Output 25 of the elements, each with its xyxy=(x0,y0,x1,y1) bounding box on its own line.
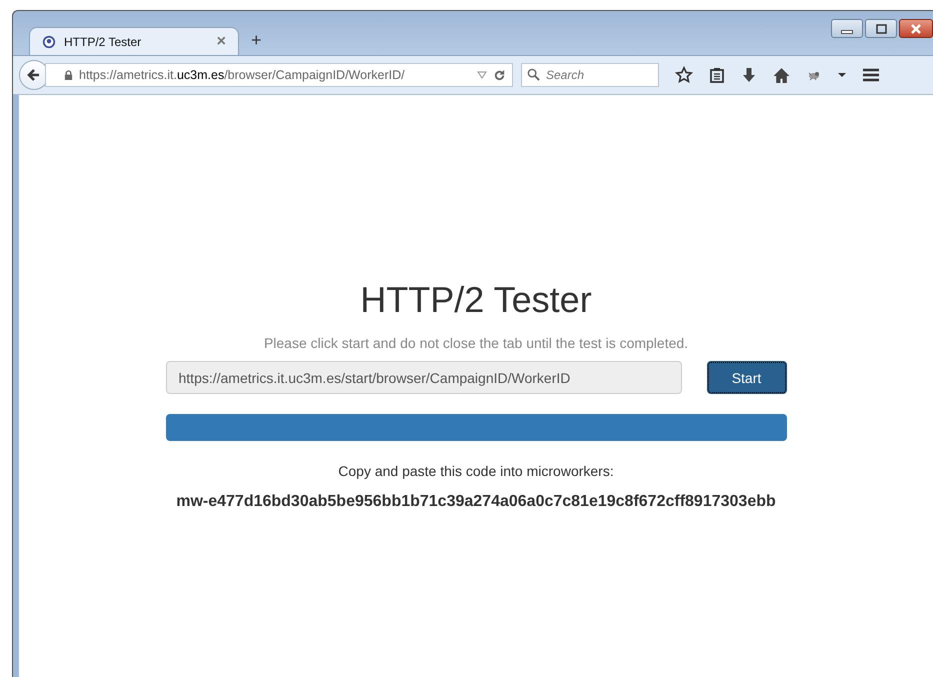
star-icon[interactable] xyxy=(675,66,693,84)
caret-icon[interactable] xyxy=(838,72,846,78)
new-tab-button[interactable]: + xyxy=(239,30,274,55)
menu-icon[interactable] xyxy=(862,67,880,83)
close-window-button[interactable] xyxy=(899,19,933,38)
code-label: Copy and paste this code into microworkers: xyxy=(338,463,614,479)
address-bar[interactable]: https://ametrics.it.uc3m.es/browser/CampaignID/WorkerID/ xyxy=(45,63,513,87)
browser-tab[interactable]: HTTP/2 Tester × xyxy=(29,27,239,55)
url-input-field[interactable]: https://ametrics.it.uc3m.es/start/browser/CampaignID/WorkerID xyxy=(166,361,682,394)
close-tab-button[interactable]: × xyxy=(216,32,226,50)
page-title: HTTP/2 Tester xyxy=(360,279,592,321)
worker-code: mw-e477d16bd30ab5be956bb1b71c39a274a06a0c7c81e19c8f672cff8917303ebb xyxy=(176,493,776,511)
search-field[interactable]: Search xyxy=(521,63,659,87)
clipboard-icon[interactable] xyxy=(709,67,725,83)
download-icon[interactable] xyxy=(741,67,757,83)
home-icon[interactable] xyxy=(773,66,790,84)
reload-icon[interactable] xyxy=(493,68,506,82)
back-arrow-icon xyxy=(26,67,42,83)
maximize-button[interactable] xyxy=(865,19,897,38)
minimize-icon xyxy=(841,30,853,34)
minimize-button[interactable] xyxy=(831,19,863,38)
instructions-text: Please click start and do not close the tab until the test is completed. xyxy=(264,335,688,351)
lock-icon xyxy=(64,70,73,80)
dropdown-icon[interactable] xyxy=(477,71,487,79)
start-button[interactable]: Start xyxy=(706,361,786,394)
